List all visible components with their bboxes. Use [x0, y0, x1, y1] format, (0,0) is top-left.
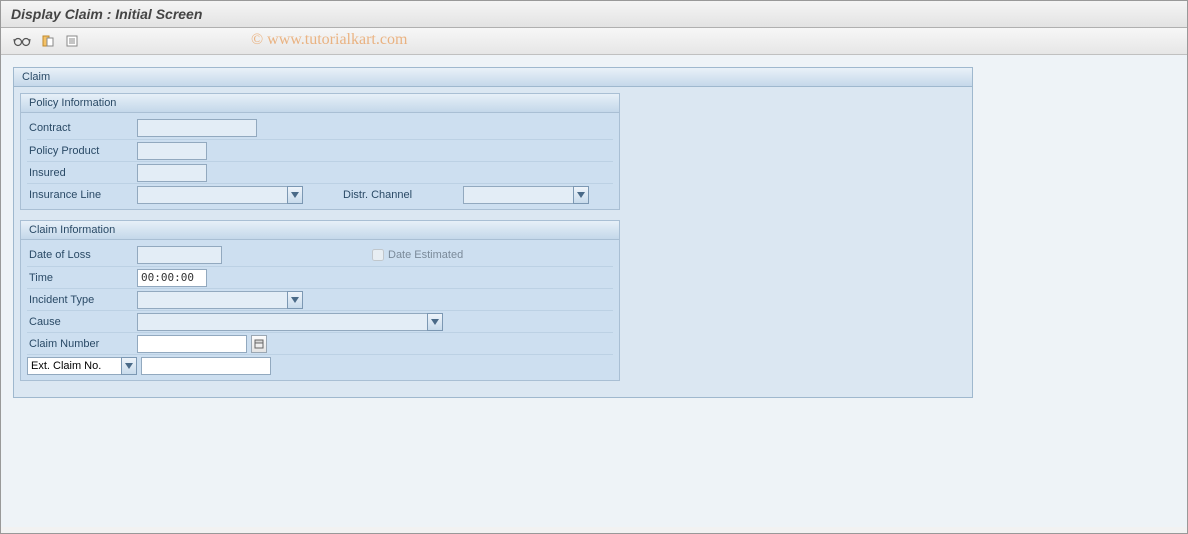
time-label: Time: [27, 272, 137, 284]
policy-info-header: Policy Information: [21, 94, 619, 113]
contract-label: Contract: [27, 122, 137, 134]
cause-dropdown[interactable]: [137, 313, 443, 331]
watermark: © www.tutorialkart.com: [251, 31, 407, 49]
toolbar: © www.tutorialkart.com: [1, 28, 1187, 55]
insured-input[interactable]: [137, 164, 207, 182]
date-estimated-checkbox: [372, 249, 384, 261]
policy-info-panel: Policy Information Contract Policy Produ…: [20, 93, 620, 210]
chevron-down-icon[interactable]: [427, 313, 443, 331]
distr-channel-input[interactable]: [463, 186, 573, 204]
policy-product-label: Policy Product: [27, 145, 137, 157]
date-estimated-label: Date Estimated: [388, 249, 463, 261]
distr-channel-dropdown[interactable]: [463, 186, 589, 204]
claim-number-label: Claim Number: [27, 338, 137, 350]
page-title: Display Claim : Initial Screen: [1, 1, 1187, 28]
glasses-icon[interactable]: [13, 35, 31, 47]
contract-input[interactable]: [137, 119, 257, 137]
ext-claim-no-dropdown[interactable]: [27, 357, 137, 375]
chevron-down-icon[interactable]: [287, 291, 303, 309]
cause-label: Cause: [27, 316, 137, 328]
policy-product-input[interactable]: [137, 142, 207, 160]
chevron-down-icon[interactable]: [121, 357, 137, 375]
insurance-line-input[interactable]: [137, 186, 287, 204]
distr-channel-label: Distr. Channel: [343, 189, 463, 201]
claim-number-input[interactable]: [137, 335, 247, 353]
content-area: Claim Policy Information Contract Policy…: [1, 55, 1187, 527]
incident-type-input[interactable]: [137, 291, 287, 309]
date-of-loss-label: Date of Loss: [27, 249, 137, 261]
insured-label: Insured: [27, 167, 137, 179]
ext-claim-no-selector[interactable]: [27, 357, 121, 375]
search-help-icon[interactable]: [251, 335, 267, 353]
incident-type-label: Incident Type: [27, 294, 137, 306]
insurance-line-label: Insurance Line: [27, 189, 137, 201]
chevron-down-icon[interactable]: [573, 186, 589, 204]
object-services-icon[interactable]: [41, 34, 55, 48]
chevron-down-icon[interactable]: [287, 186, 303, 204]
cause-input[interactable]: [137, 313, 427, 331]
claim-panel: Claim Policy Information Contract Policy…: [13, 67, 973, 398]
claim-panel-header: Claim: [14, 68, 972, 87]
list-icon[interactable]: [65, 34, 79, 48]
claim-info-header: Claim Information: [21, 221, 619, 240]
claim-info-panel: Claim Information Date of Loss Date Esti…: [20, 220, 620, 381]
date-of-loss-input[interactable]: [137, 246, 222, 264]
insurance-line-dropdown[interactable]: [137, 186, 303, 204]
incident-type-dropdown[interactable]: [137, 291, 303, 309]
ext-claim-no-input[interactable]: [141, 357, 271, 375]
time-input[interactable]: [137, 269, 207, 287]
